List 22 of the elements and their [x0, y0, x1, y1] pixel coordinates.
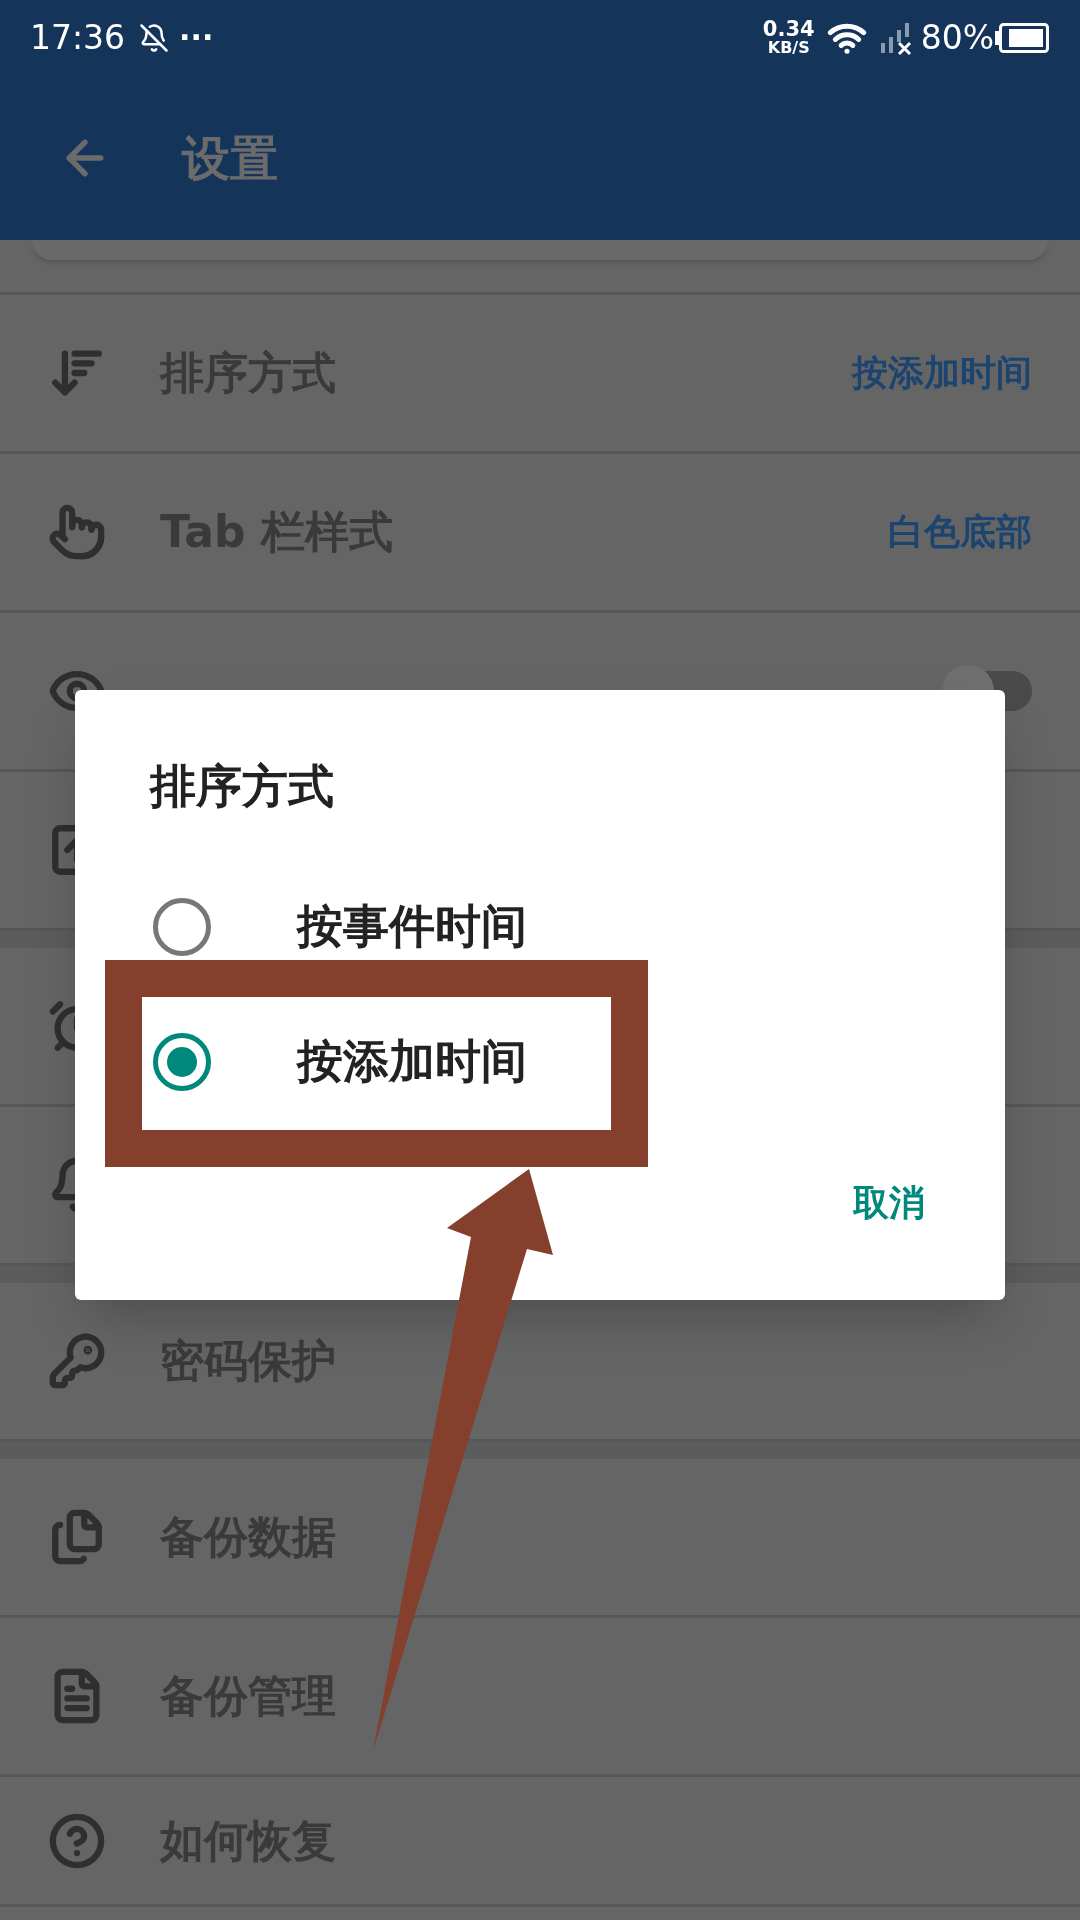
cancel-button[interactable]: 取消 [843, 1166, 935, 1240]
radio-option[interactable]: 按事件时间 [75, 859, 1005, 994]
radio-option[interactable]: 按添加时间 [75, 994, 1005, 1129]
battery-icon [994, 22, 1050, 53]
page-title: 设置 [182, 128, 278, 188]
key-icon [48, 1332, 106, 1390]
network-unit: KB/S [767, 40, 810, 56]
clock-time: 17:36 [30, 16, 126, 59]
option-label: 按事件时间 [297, 898, 527, 955]
battery-percent: 80% [920, 16, 994, 59]
network-speed: 0.34 [762, 19, 815, 40]
setting-value[interactable]: 白色底部 [888, 505, 1032, 559]
dialog-title: 排序方式 [150, 758, 335, 815]
more-dots: ··· [179, 19, 214, 57]
setting-value[interactable]: 按添加时间 [852, 346, 1032, 400]
bell-off-icon [139, 22, 170, 53]
hand-icon [48, 503, 106, 561]
radio-button[interactable] [153, 1032, 211, 1091]
help-icon [48, 1811, 106, 1870]
option-label: 按添加时间 [297, 1033, 527, 1090]
radio-button[interactable] [153, 897, 211, 956]
no-signal-icon [878, 20, 913, 55]
